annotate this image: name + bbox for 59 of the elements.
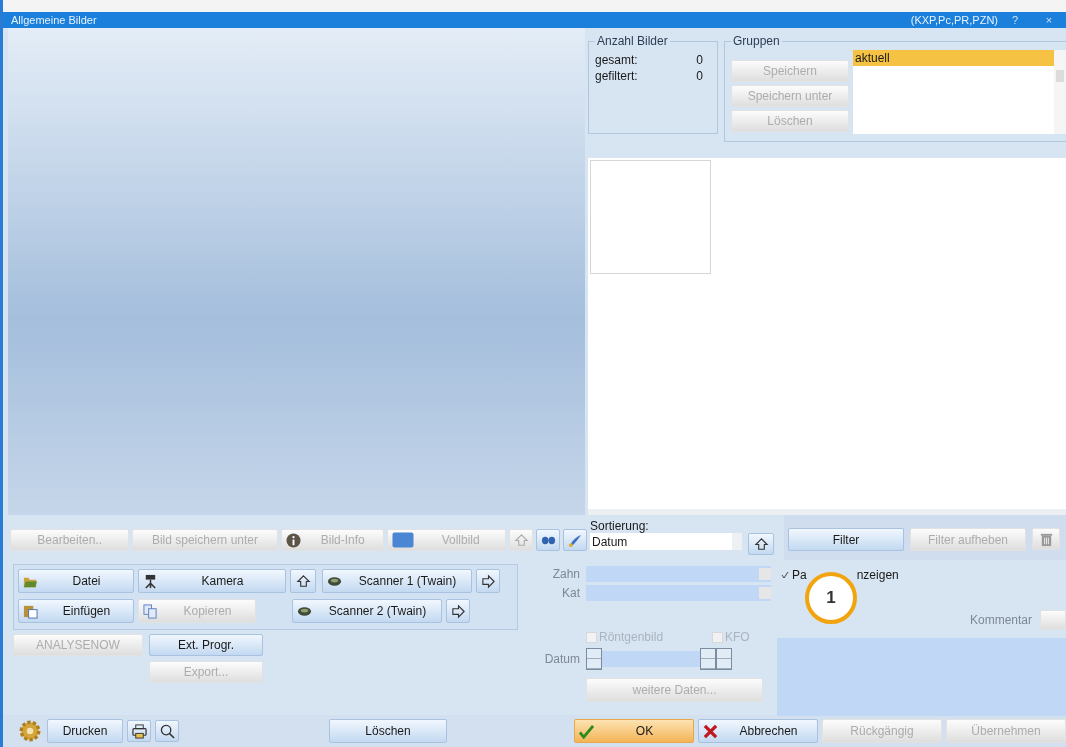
input-field[interactable] <box>586 566 771 582</box>
print-button[interactable]: Drucken <box>47 719 123 743</box>
extra-button[interactable]: Ext. Progr. <box>149 634 263 656</box>
brush-icon <box>567 532 583 548</box>
trash-icon <box>1038 531 1054 547</box>
window-context: (KXP,Pc,PR,PZN) <box>910 14 998 26</box>
group-title: Gruppen <box>732 34 781 48</box>
checkmark-icon <box>781 571 789 579</box>
up-arrow-icon <box>295 573 311 589</box>
forward-button[interactable] <box>476 569 500 593</box>
toolbar-icon-button[interactable] <box>563 529 587 551</box>
search-icon <box>159 723 175 739</box>
scrollbar[interactable] <box>1054 50 1066 134</box>
input-field[interactable] <box>586 585 771 601</box>
delete-button[interactable]: Löschen <box>329 719 447 743</box>
up-arrow-icon <box>513 532 529 548</box>
close-icon <box>703 723 718 739</box>
comment-label: Kommentar <box>969 613 1032 627</box>
count-label: gesamt: <box>595 52 638 68</box>
date-field[interactable] <box>586 647 732 671</box>
forward-button[interactable] <box>446 599 470 623</box>
tripod-icon <box>143 573 158 589</box>
toolbar-icon-button[interactable] <box>536 529 561 551</box>
search-button[interactable] <box>155 720 179 742</box>
help-button[interactable]: ? <box>998 14 1032 26</box>
window-title: Allgemeine Bilder <box>11 14 97 26</box>
sort-label: Sortierung: <box>590 519 650 533</box>
right-arrow-icon <box>450 603 466 619</box>
group-title: Anzahl Bilder <box>596 34 669 48</box>
sort-dropdown[interactable]: Datum <box>590 533 742 550</box>
device-button[interactable]: Einfügen <box>18 599 134 623</box>
up-button[interactable] <box>290 569 316 593</box>
delete-button[interactable] <box>1032 528 1060 550</box>
count-value: 0 <box>696 68 703 84</box>
field-label: Kat <box>561 586 580 600</box>
fullscreen-icon <box>392 532 414 548</box>
info-icon <box>285 532 301 548</box>
count-label: gefiltert: <box>595 68 638 84</box>
field-label: Datum <box>543 652 580 666</box>
checkmark-icon <box>579 723 594 739</box>
group-list-item[interactable]: aktuell <box>853 50 1054 66</box>
dialog-button[interactable]: OK <box>574 719 694 743</box>
gear-icon[interactable] <box>19 720 41 742</box>
filter-button[interactable]: Filter <box>788 528 904 551</box>
clipboard-icon <box>23 603 38 619</box>
sort-direction-button[interactable] <box>748 533 774 555</box>
count-value: 0 <box>696 52 703 68</box>
device-button[interactable]: Kamera <box>138 569 286 593</box>
device-button[interactable]: Scanner 2 (Twain) <box>292 599 442 623</box>
device-button[interactable]: Datei <box>18 569 134 593</box>
print-preview-button[interactable] <box>127 720 151 742</box>
up-arrow-icon <box>753 536 769 552</box>
copy-icon <box>143 603 158 619</box>
device-button[interactable]: Scanner 1 (Twain) <box>322 569 472 593</box>
printer-icon <box>131 723 147 739</box>
dialog-button[interactable]: Abbrechen <box>698 719 818 743</box>
field-label: Zahn <box>551 567 580 581</box>
close-button[interactable]: × <box>1032 14 1066 26</box>
right-arrow-icon <box>480 573 496 589</box>
